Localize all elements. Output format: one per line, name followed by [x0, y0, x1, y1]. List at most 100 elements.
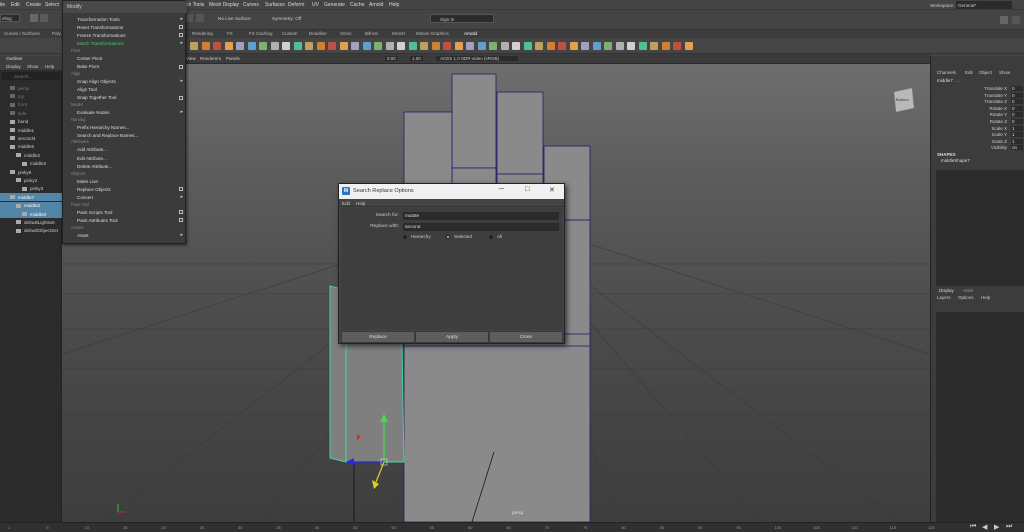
shelf-tool-icon[interactable] — [512, 42, 520, 50]
shelf-tool-icon[interactable] — [615, 42, 624, 50]
channel-attr-value[interactable]: 0 — [1011, 105, 1023, 111]
option-box-icon[interactable] — [179, 64, 183, 69]
shelf-tool-icon[interactable] — [661, 42, 670, 50]
shelf-tool-icon[interactable] — [270, 42, 279, 50]
shelf-tool-icon[interactable] — [305, 42, 313, 50]
shelf-tab-mash[interactable]: MASH — [392, 31, 405, 36]
menu-item-add-attribute[interactable]: Add Attribute... — [63, 146, 187, 154]
outliner-menu-help[interactable]: Help — [45, 64, 54, 69]
option-box-icon[interactable] — [179, 187, 183, 192]
menu-item-convert[interactable]: Convert ▸ — [63, 193, 187, 201]
channel-attr-value[interactable]: 0 — [1011, 92, 1023, 98]
shelf-tool-icon[interactable] — [650, 42, 658, 50]
open-scene-icon[interactable] — [40, 14, 48, 22]
shelf-tool-icon[interactable] — [454, 42, 463, 50]
shelf-tool-icon[interactable] — [224, 42, 233, 50]
menubar-item-deform[interactable]: Deform — [288, 2, 304, 8]
channel-attr-value[interactable]: 0 — [1011, 99, 1023, 105]
shelf-tool-icon[interactable] — [362, 42, 371, 50]
panel-layout-icon[interactable] — [1012, 16, 1020, 24]
outliner-item[interactable]: top — [0, 92, 62, 100]
shelf-tool-icon[interactable] — [569, 42, 578, 50]
shelf-tool-icon[interactable] — [328, 42, 336, 50]
live-surface-label[interactable]: No Live Surface — [218, 16, 251, 21]
channel-menu-edit[interactable]: Edit — [965, 70, 973, 75]
channel-attr-value[interactable]: 1 — [1011, 132, 1023, 138]
playback-control-icon[interactable]: ▶ — [994, 523, 999, 531]
shelf-tool-icon[interactable] — [466, 42, 474, 50]
mode-dropdown[interactable]: eling — [0, 14, 20, 22]
menubar-item-edit[interactable]: Edit — [11, 2, 20, 8]
shelf-tool-icon[interactable] — [546, 42, 555, 50]
menu-item-delete-attribute[interactable]: Delete Attribute... — [63, 162, 187, 170]
menubar-item-mesh-display[interactable]: Mesh Display — [209, 2, 239, 8]
shelf-tool-icon[interactable] — [477, 42, 486, 50]
layer-tab-display[interactable]: Display — [939, 288, 954, 293]
outliner-item[interactable]: middle1 — [0, 126, 62, 134]
channel-attr-value[interactable]: on — [1011, 145, 1023, 151]
shelf-tab-custom[interactable]: Custom — [282, 31, 298, 36]
shelf-tool-icon[interactable] — [397, 42, 405, 50]
shelf-tool-icon[interactable] — [558, 42, 566, 50]
outliner-item[interactable]: pinky3 — [0, 185, 62, 193]
menu-item-snap-align-objects[interactable]: Snap Align Objects ▸ — [63, 77, 187, 85]
menu-item-make-live[interactable]: Make Live — [63, 177, 187, 185]
shelf-tool-icon[interactable] — [604, 42, 612, 50]
menubar-item-create[interactable]: Create — [26, 2, 41, 8]
layer-menu-layers[interactable]: Layers — [937, 295, 951, 300]
shelf-tab-motion-graphics[interactable]: Motion Graphics — [416, 31, 449, 36]
radio-selected[interactable] — [446, 235, 450, 239]
menu-item-reset-transformations[interactable]: Reset Transformations — [63, 23, 187, 31]
outliner-search[interactable]: Search... — [2, 72, 60, 80]
shelf-tab-curves-surfaces[interactable]: Curves / Surfaces — [4, 31, 40, 36]
maximize-icon[interactable]: □ — [525, 186, 529, 193]
modify-menu-header[interactable]: Modify — [63, 1, 187, 13]
outliner-item[interactable]: middle2 — [0, 151, 62, 159]
outliner-item[interactable]: middle5 — [0, 143, 62, 151]
menu-item-paint-scripts-tool[interactable]: Paint Scripts Tool — [63, 208, 187, 216]
channel-menu-show[interactable]: Show — [999, 70, 1010, 75]
menubar-item-curves[interactable]: Curves — [243, 2, 259, 8]
menubar-item-uv[interactable]: UV — [312, 2, 319, 8]
channel-attr-value[interactable]: 1 — [1011, 125, 1023, 131]
shelf-tab-deadline[interactable]: Deadline — [309, 31, 327, 36]
shelf-tool-icon[interactable] — [627, 42, 635, 50]
menu-item-center-pivot[interactable]: Center Pivot — [63, 54, 187, 62]
menubar-item-help[interactable]: Help — [389, 2, 399, 8]
shelf-tool-icon[interactable] — [443, 42, 451, 50]
shelf-tool-icon[interactable] — [673, 42, 681, 50]
playback-control-icon[interactable]: ⏭ — [1006, 523, 1012, 531]
shelf-tool-icon[interactable] — [408, 42, 417, 50]
shelf-tool-icon[interactable] — [316, 42, 325, 50]
shelf-tool-icon[interactable] — [420, 42, 428, 50]
time-slider[interactable]: 1 5 10 15 20 25 30 35 40 45 50 55 60 65 70 75 80 85 90 95 10… — [0, 522, 1024, 532]
shelf-tool-icon[interactable] — [581, 42, 589, 50]
viewport-menu-panels[interactable]: Panels — [226, 56, 240, 61]
menu-item-paint-attributes-tool[interactable]: Paint Attributes Tool — [63, 216, 187, 224]
menu-item-freeze-transformations[interactable]: Freeze Transformations — [63, 31, 187, 39]
shelf-tab-arnold[interactable]: Arnold — [464, 31, 477, 36]
channel-menu-channels[interactable]: Channels — [937, 70, 956, 75]
menu-item-prefix-hierarchy-names[interactable]: Prefix Hierarchy Names... — [63, 123, 187, 131]
shelf-tab-rendering[interactable]: Rendering — [192, 31, 213, 36]
shelf-tool-icon[interactable] — [489, 42, 497, 50]
shelf-tab-xgen[interactable]: XGen — [340, 31, 352, 36]
viewport-menu-view[interactable]: View — [186, 56, 196, 61]
option-box-icon[interactable] — [179, 33, 183, 38]
apply-button[interactable]: Apply — [415, 331, 489, 343]
search-for-input[interactable] — [403, 212, 559, 220]
menubar-item-generate[interactable]: Generate — [324, 2, 345, 8]
menu-item-align-tool[interactable]: Align Tool — [63, 85, 187, 93]
outliner-item[interactable]: middle3 — [0, 160, 62, 168]
option-box-icon[interactable] — [179, 25, 183, 30]
outliner-item[interactable]: pinky6 — [0, 168, 62, 176]
shelf-tool-icon[interactable] — [535, 42, 543, 50]
channel-attr-value[interactable]: 0 — [1011, 86, 1023, 91]
shelf-tab-bifrost[interactable]: Bifrost — [365, 31, 378, 36]
menubar-item-ile[interactable]: ile — [0, 2, 5, 8]
menubar-item-cache[interactable]: Cache — [350, 2, 364, 8]
playback-control-icon[interactable]: ◀ — [982, 523, 987, 531]
dialog-menu-help[interactable]: Help — [356, 201, 365, 206]
outliner-item[interactable]: pinky2 — [0, 176, 62, 184]
close-button[interactable]: Close — [489, 331, 563, 343]
